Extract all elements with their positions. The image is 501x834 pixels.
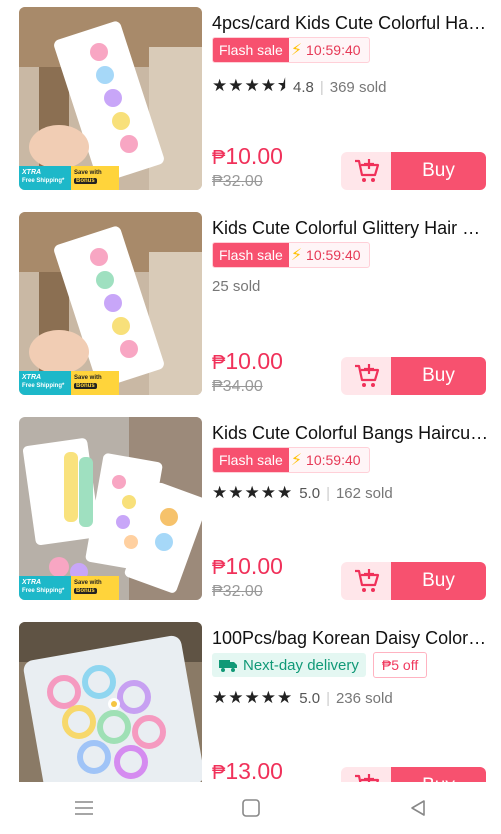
rating-value: 5.0 xyxy=(299,484,321,502)
sold-count: 236 sold xyxy=(335,689,393,707)
system-navigation-bar xyxy=(0,782,501,834)
star-rating-icon: ★★★★⯨ xyxy=(212,76,287,95)
menu-icon xyxy=(74,801,93,815)
product-image[interactable]: XTRA Free Shipping* Save with Bonus xyxy=(19,417,202,600)
rating-value: 4.8 xyxy=(292,79,314,96)
buy-button[interactable]: Buy xyxy=(391,357,486,395)
add-to-cart-button[interactable] xyxy=(341,562,393,600)
add-to-cart-button[interactable] xyxy=(341,357,393,395)
save-with-bonus-badge: Save with Bonus xyxy=(71,166,119,190)
back-triangle-icon xyxy=(410,800,425,816)
flash-sale-timer: 10:59:40 xyxy=(306,42,361,58)
home-square-icon xyxy=(241,799,260,817)
back-button[interactable] xyxy=(398,788,438,828)
product-title[interactable]: 100Pcs/bag Korean Daisy Colorful Hair Ti… xyxy=(212,626,490,650)
product-title[interactable]: 4pcs/card Kids Cute Colorful Hair Clips xyxy=(212,11,490,35)
star-rating-icon: ★★★★★ xyxy=(212,688,294,707)
divider: | xyxy=(326,689,330,707)
price: ₱13.00 xyxy=(212,758,283,782)
cart-add-icon xyxy=(355,159,380,182)
product-card[interactable]: 100Pcs/bag Korean Daisy Colorful Hair Ti… xyxy=(0,622,501,782)
product-card[interactable]: XTRA Free Shipping* Save with Bonus Kids… xyxy=(0,417,501,617)
xtra-free-shipping-badge: XTRA Free Shipping* xyxy=(19,576,71,600)
promo-badges: XTRA Free Shipping* Save with Bonus xyxy=(19,371,119,395)
flash-sale-timer: 10:59:40 xyxy=(306,247,361,263)
flash-sale-label: Flash sale xyxy=(213,448,289,472)
price: ₱10.00 xyxy=(212,143,283,169)
sold-count: 162 sold xyxy=(335,484,393,502)
original-price: ₱32.00 xyxy=(212,173,263,190)
rating-row: ★★★★★ 5.0 | 162 sold xyxy=(212,483,393,503)
add-to-cart-button[interactable] xyxy=(341,152,393,190)
sold-count: 369 sold xyxy=(329,79,387,96)
promo-badges: XTRA Free Shipping* Save with Bonus xyxy=(19,166,119,190)
rating-row: ★★★★★ 5.0 | 236 sold xyxy=(212,688,393,708)
promo-badges: XTRA Free Shipping* Save with Bonus xyxy=(19,576,119,600)
flash-sale-timer: 10:59:40 xyxy=(306,452,361,468)
next-day-delivery-tag: Next-day delivery xyxy=(212,653,366,677)
lightning-icon: ⚡ xyxy=(290,247,303,264)
buy-button[interactable]: Buy xyxy=(391,152,486,190)
save-with-bonus-badge: Save with Bonus xyxy=(71,576,119,600)
add-to-cart-button[interactable] xyxy=(341,767,393,782)
voucher-tag: ₱5 off xyxy=(372,652,428,678)
product-title[interactable]: Kids Cute Colorful Bangs Haircut Clips xyxy=(212,421,490,445)
tag-row: Next-day delivery ₱5 off xyxy=(212,652,428,678)
flash-sale-label: Flash sale xyxy=(213,243,289,267)
original-price: ₱34.00 xyxy=(212,378,263,395)
price: ₱10.00 xyxy=(212,348,283,374)
price: ₱10.00 xyxy=(212,553,283,579)
lightning-icon: ⚡ xyxy=(290,42,303,59)
product-card[interactable]: XTRA Free Shipping* Save with Bonus Kids… xyxy=(0,212,501,412)
flash-sale-tag: Flash sale ⚡ 10:59:40 xyxy=(212,447,370,473)
home-button[interactable] xyxy=(231,788,271,828)
lightning-icon: ⚡ xyxy=(290,452,303,469)
sold-count: 25 sold xyxy=(212,278,261,295)
star-rating-icon: ★★★★★ xyxy=(212,483,294,502)
product-image[interactable]: XTRA Free Shipping* Save with Bonus xyxy=(19,7,202,190)
original-price: ₱32.00 xyxy=(212,583,263,600)
divider: | xyxy=(319,79,324,96)
rating-value: 5.0 xyxy=(299,689,321,707)
save-with-bonus-badge: Save with Bonus xyxy=(71,371,119,395)
product-image[interactable] xyxy=(19,622,202,782)
product-card[interactable]: XTRA Free Shipping* Save with Bonus 4pcs… xyxy=(0,7,501,207)
product-image[interactable]: XTRA Free Shipping* Save with Bonus xyxy=(19,212,202,395)
flash-sale-tag: Flash sale ⚡ 10:59:40 xyxy=(212,242,370,268)
xtra-free-shipping-badge: XTRA Free Shipping* xyxy=(19,166,71,190)
menu-button[interactable] xyxy=(64,788,104,828)
divider: | xyxy=(326,484,330,502)
buy-button[interactable]: Buy xyxy=(391,767,486,782)
rating-row: ★★★★⯨ 4.8 | 369 sold xyxy=(212,73,386,102)
xtra-free-shipping-badge: XTRA Free Shipping* xyxy=(19,371,71,395)
flash-sale-tag: Flash sale ⚡ 10:59:40 xyxy=(212,37,370,63)
truck-icon xyxy=(219,660,237,672)
flash-sale-label: Flash sale xyxy=(213,38,289,62)
cart-add-icon xyxy=(355,364,380,387)
product-list: XTRA Free Shipping* Save with Bonus 4pcs… xyxy=(0,0,501,782)
cart-add-icon xyxy=(355,569,380,592)
product-title[interactable]: Kids Cute Colorful Glittery Hair Clips xyxy=(212,216,490,240)
cart-add-icon xyxy=(355,774,380,782)
buy-button[interactable]: Buy xyxy=(391,562,486,600)
